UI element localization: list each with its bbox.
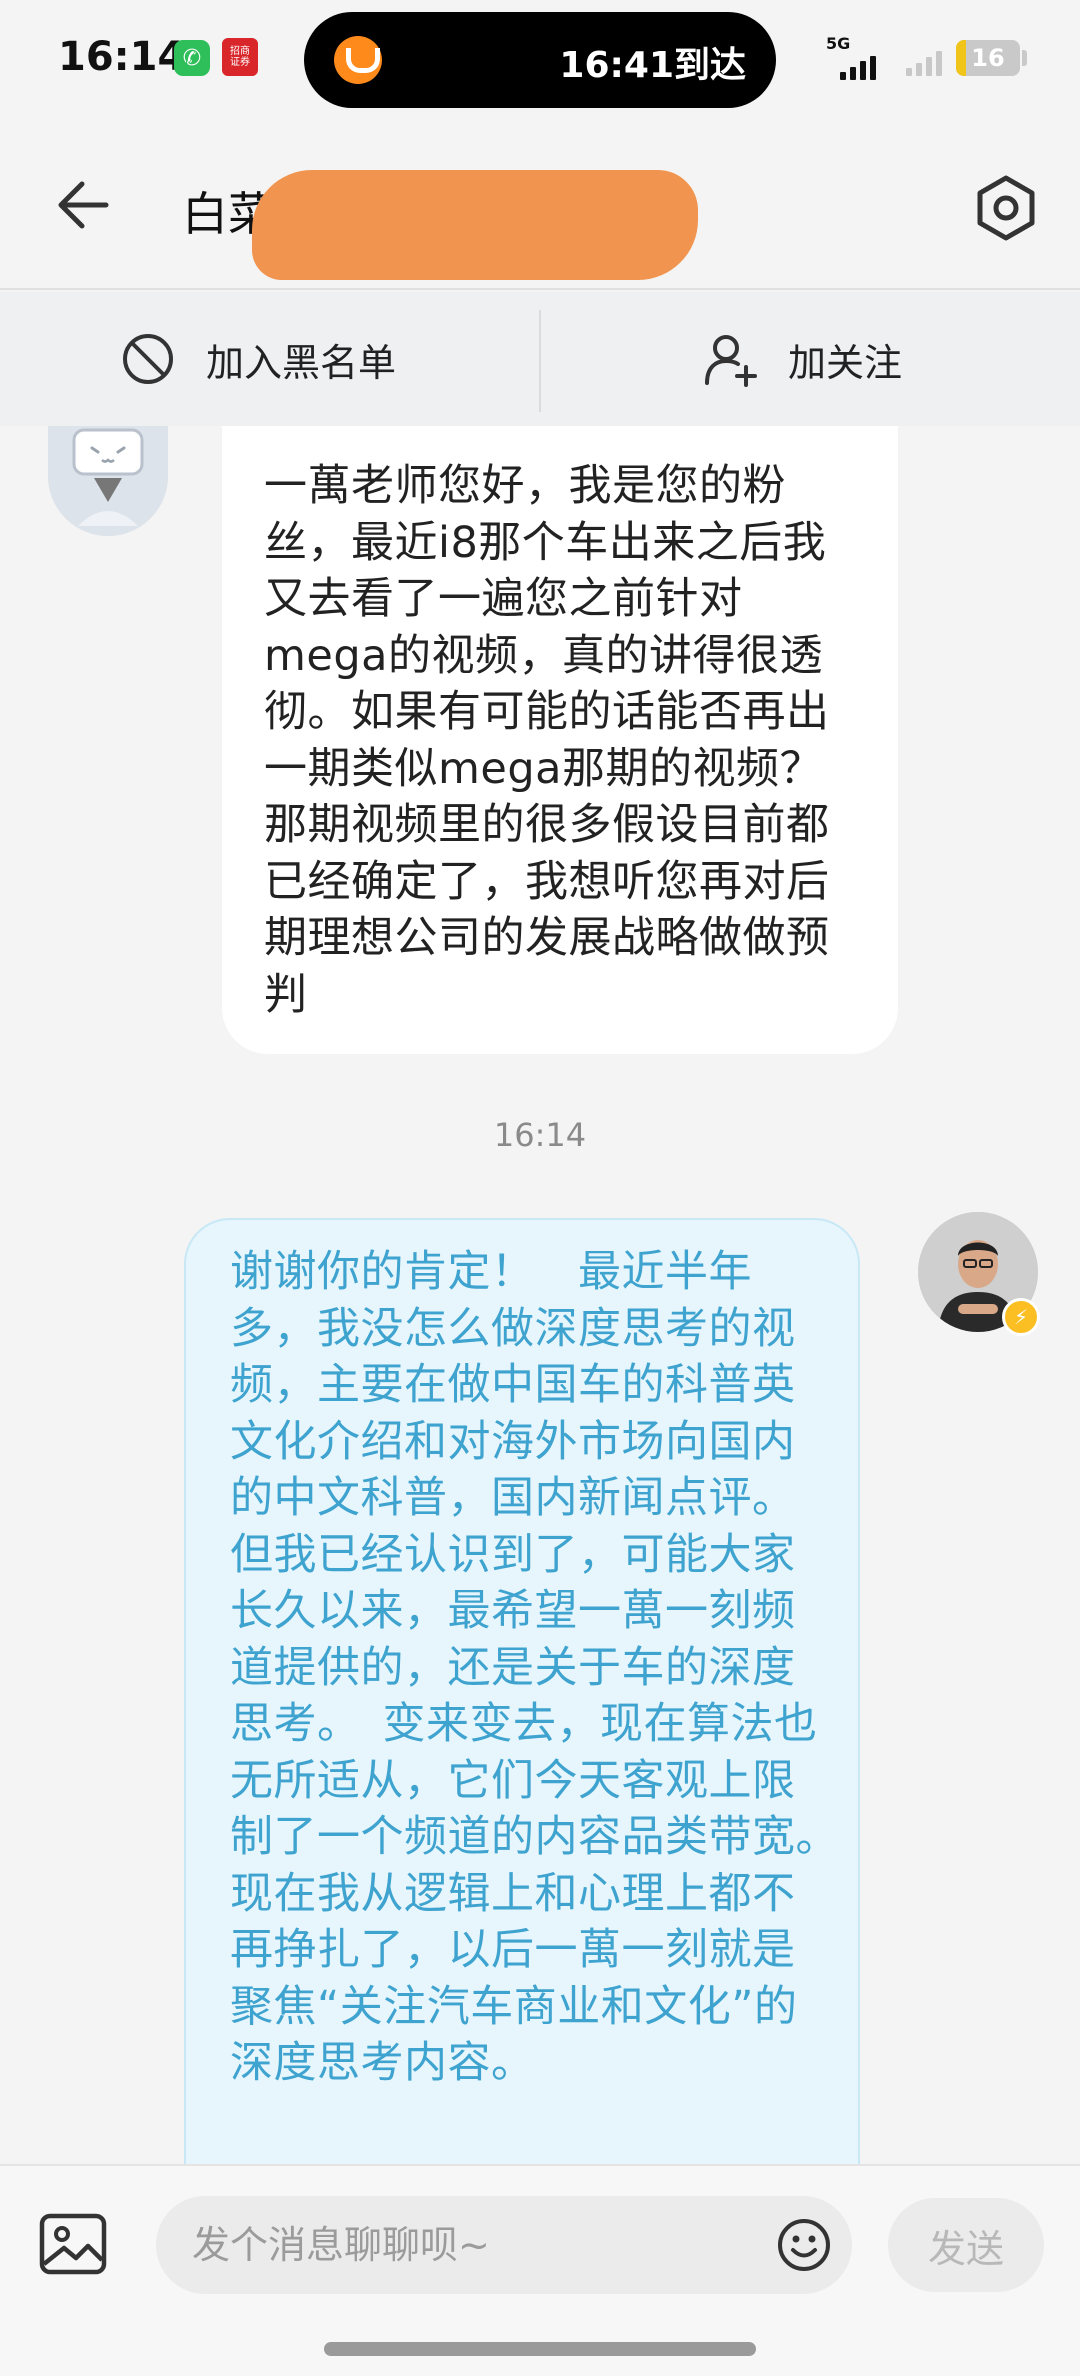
message-list[interactable]: 一萬老师您好，我是您的粉丝，最近i8那个车出来之后我又去看了一遍您之前针对meg… (0, 426, 1080, 2164)
follow-button[interactable]: 加关注 (702, 292, 902, 426)
emoji-icon[interactable] (776, 2217, 832, 2273)
battery-tip (1022, 50, 1027, 66)
status-bar: 16:14 ✆ 招商 证券 16:41到达 5G 16 (0, 0, 1080, 120)
securities-app-label-1: 招商 (230, 46, 250, 57)
home-indicator[interactable] (324, 2342, 756, 2356)
block-icon (123, 334, 173, 384)
outgoing-message-bubble[interactable]: 谢谢你的肯定！ 最近半年多，我没怎么做深度思考的视频，主要在做中国车的科普英文化… (184, 1218, 861, 2164)
message-input[interactable] (156, 2196, 852, 2294)
securities-app-label-2: 证券 (230, 57, 250, 68)
incoming-message-text: 一萬老师您好，我是您的粉丝，最近i8那个车出来之后我又去看了一遍您之前针对meg… (264, 461, 830, 1020)
signal-strength-secondary-icon (906, 50, 942, 76)
signal-strength-icon (840, 54, 876, 80)
add-follow-icon (705, 335, 757, 387)
outgoing-message-text: 谢谢你的肯定！ 最近半年多，我没怎么做深度思考的视频，主要在做中国车的科普英文化… (230, 1247, 861, 2088)
block-user-button[interactable]: 加入黑名单 (120, 292, 396, 426)
send-button[interactable]: 发送 (888, 2198, 1044, 2292)
back-arrow-icon[interactable] (48, 170, 118, 240)
battery-level: 16 (971, 44, 1005, 72)
image-picker-icon[interactable] (38, 2212, 108, 2276)
message-timestamp: 16:14 (493, 1116, 587, 1154)
phone-app-icon: ✆ (174, 40, 210, 76)
block-user-label: 加入黑名单 (206, 340, 397, 385)
dynamic-island-ride-status[interactable]: 16:41到达 (304, 12, 776, 108)
status-time: 16:14 (58, 34, 186, 80)
battery-icon: 16 (956, 40, 1020, 76)
action-divider (539, 310, 541, 412)
arrival-time: 16:41到达 (559, 45, 746, 86)
chat-action-bar: 加入黑名单 加关注 (0, 292, 1080, 426)
chat-header: 白菜 (0, 120, 1080, 290)
settings-hexagon-icon[interactable] (970, 172, 1042, 244)
contact-avatar-tv-icon[interactable] (48, 426, 168, 536)
follow-label: 加关注 (788, 340, 903, 385)
network-type: 5G (826, 34, 851, 53)
redaction-mark (252, 170, 698, 280)
incoming-message-bubble[interactable]: 一萬老师您好，我是您的粉丝，最近i8那个车出来之后我又去看了一遍您之前针对meg… (222, 426, 898, 1054)
securities-app-icon: 招商 证券 (222, 38, 258, 76)
verified-lightning-badge-icon: ⚡ (1002, 1298, 1040, 1336)
ride-hailing-logo-icon (334, 36, 382, 84)
